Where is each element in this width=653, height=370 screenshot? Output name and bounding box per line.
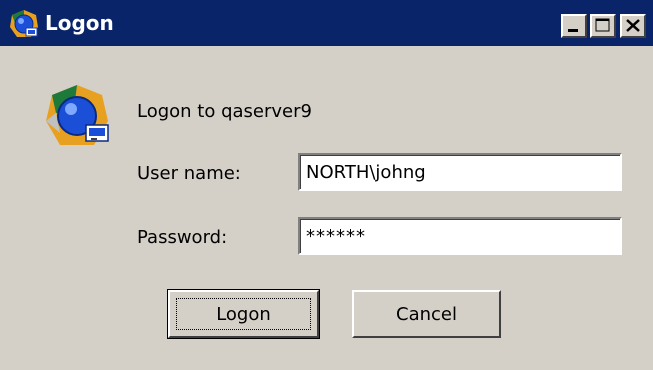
password-field[interactable] [298,217,622,255]
logon-heading: Logon to qaserver9 [137,101,312,122]
logon-button-label: Logon [176,298,311,330]
minimize-icon [568,29,578,32]
minimize-button[interactable] [561,14,587,38]
close-button[interactable] [620,14,646,38]
logon-app-icon [46,85,109,145]
username-field[interactable] [298,153,622,191]
close-icon [626,19,640,32]
logon-window: Logon Logon to qaserver9 User name: NORT… [0,0,653,370]
logon-button[interactable]: Logon [167,289,320,339]
maximize-icon [595,18,610,32]
cancel-button[interactable]: Cancel [352,290,501,338]
logon-app-icon [10,10,38,37]
window-title: Logon [45,11,114,35]
username-label: User name: [137,163,241,184]
title-bar[interactable]: Logon [0,0,653,46]
password-label: Password: [137,227,228,248]
maximize-button[interactable] [590,14,616,38]
